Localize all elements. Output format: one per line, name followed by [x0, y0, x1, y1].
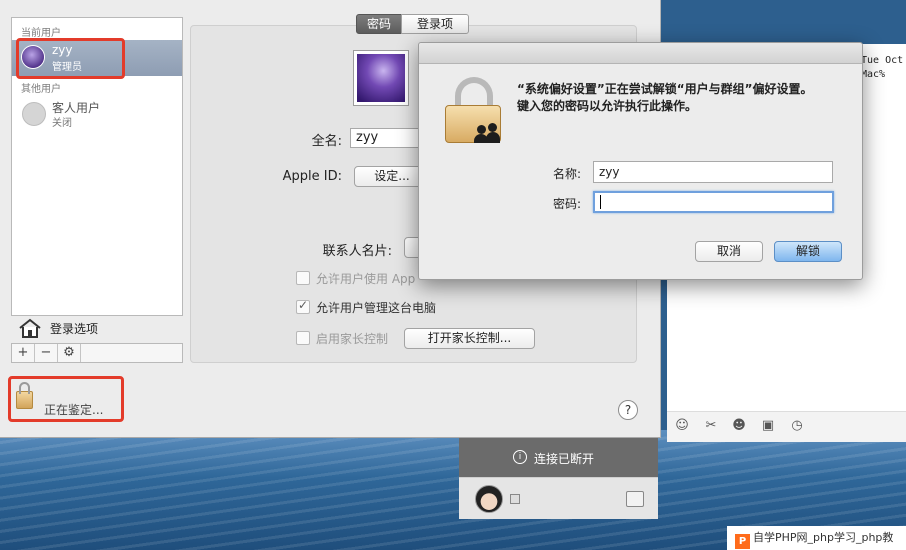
chat-toolbar: ☺ ✂ ☻ ▣ ◷: [667, 411, 906, 442]
checkbox-label: 启用家长控制: [316, 332, 389, 346]
checkbox[interactable]: [296, 331, 310, 345]
tab-login-items[interactable]: 登录项: [401, 14, 469, 34]
terminal-line: Tue Oct: [861, 55, 904, 66]
allow-admin-checkbox[interactable]: 允许用户管理这台电脑: [296, 298, 437, 315]
highlight-current-user: [16, 38, 125, 79]
help-button[interactable]: ?: [618, 400, 638, 420]
emoji-icon[interactable]: ☻: [731, 418, 747, 434]
smiley-icon[interactable]: ☺: [674, 418, 690, 434]
full-name-label: 全名:: [311, 134, 342, 149]
authentication-dialog: “系统偏好设置”正在尝试解锁“用户与群组”偏好设置。 键入您的密码以允许执行此操…: [418, 42, 863, 280]
name-field[interactable]: zyy: [593, 161, 833, 183]
remove-user-button[interactable]: −: [35, 344, 58, 362]
scissors-icon[interactable]: ✂: [703, 418, 719, 434]
dialog-message-line: “系统偏好设置”正在尝试解锁“用户与群组”偏好设置。: [517, 82, 813, 96]
connection-status-bar: i 连接已断开: [459, 437, 658, 477]
apple-id-label: Apple ID:: [282, 169, 342, 184]
highlight-lock: [8, 376, 124, 422]
user-status: 关闭: [52, 118, 72, 129]
password-field[interactable]: [593, 191, 834, 213]
user-list-toolbar: + − ⚙: [11, 343, 183, 363]
terminal-line: Mac%: [861, 69, 886, 80]
add-user-button[interactable]: +: [12, 344, 35, 362]
image-icon[interactable]: ▣: [760, 418, 776, 434]
cancel-button[interactable]: 取消: [695, 241, 763, 262]
checkbox-label: 允许用户管理这台电脑: [316, 301, 437, 315]
sidebar-item-guest-user[interactable]: 客人用户 关闭: [12, 96, 182, 132]
watermark-logo: P: [735, 534, 750, 549]
password-label: 密码:: [552, 197, 581, 211]
checkbox[interactable]: [296, 298, 310, 314]
connection-status-label: 连接已断开: [534, 452, 595, 466]
contact-card-icon[interactable]: [626, 491, 644, 507]
terminal-window: Tue Oct Mac%: [860, 44, 906, 144]
checkbox-label: 允许用户使用 App: [316, 272, 416, 286]
contact-card-label: 联系人名片:: [322, 244, 392, 259]
unlock-button[interactable]: 解锁: [774, 241, 842, 262]
dialog-message: “系统偏好设置”正在尝试解锁“用户与群组”偏好设置。 键入您的密码以允许执行此操…: [517, 81, 847, 115]
watermark-text: 自学PHP网_php学习_php教: [753, 531, 894, 544]
lock-users-icon: [445, 77, 503, 143]
gear-icon[interactable]: ⚙: [58, 344, 81, 362]
profile-picture[interactable]: [353, 50, 409, 106]
clock-icon[interactable]: ◷: [789, 418, 805, 434]
avatar[interactable]: [475, 485, 503, 513]
parental-controls-checkbox[interactable]: 启用家长控制: [296, 330, 388, 346]
other-users-heading: 其他用户: [21, 84, 61, 95]
info-icon: i: [513, 450, 527, 464]
open-parental-controls-button[interactable]: 打开家长控制...: [404, 328, 535, 349]
full-name-field[interactable]: zyy: [350, 128, 425, 148]
dialog-title-bar: [419, 43, 862, 64]
contact-bar: [459, 477, 658, 519]
checkbox[interactable]: [296, 271, 310, 285]
watermark: P 自学PHP网_php学习_php教: [727, 526, 906, 550]
status-indicator[interactable]: [510, 494, 520, 504]
current-user-heading: 当前用户: [21, 28, 61, 39]
house-icon: [19, 318, 41, 338]
allow-apple-id-checkbox[interactable]: 允许用户使用 App: [296, 270, 415, 286]
login-options-item[interactable]: 登录选项: [12, 316, 182, 340]
tab-password[interactable]: 密码: [356, 14, 402, 34]
guest-avatar: [22, 102, 46, 126]
dialog-message-line: 键入您的密码以允许执行此操作。: [517, 99, 698, 113]
login-options-label: 登录选项: [50, 322, 99, 336]
name-label: 名称:: [552, 167, 581, 181]
text-caret: [600, 195, 601, 209]
